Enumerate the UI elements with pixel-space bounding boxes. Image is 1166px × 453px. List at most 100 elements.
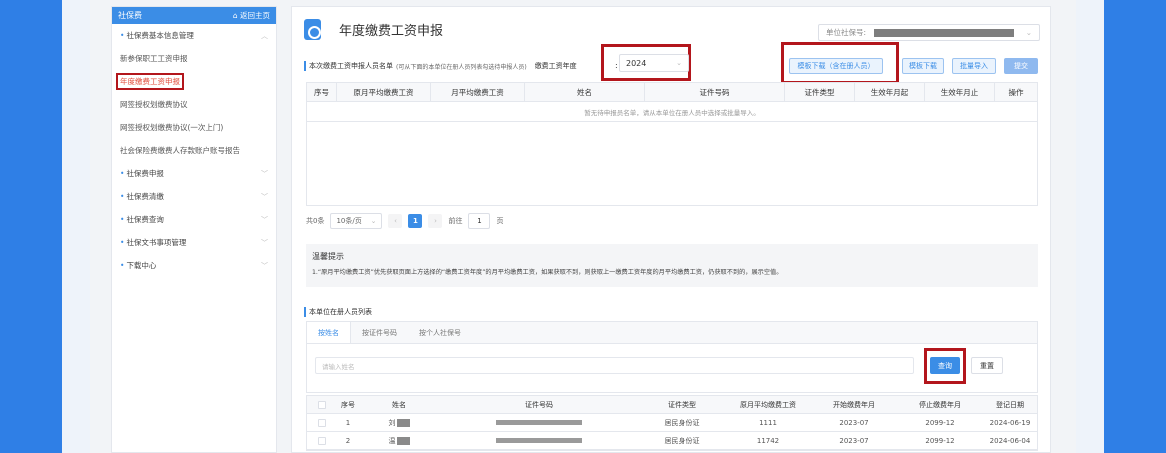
row-name-text: 刘 [388, 418, 396, 427]
sidebar-item-label: 社保费清缴 [126, 192, 164, 201]
table-row[interactable]: 1 刘 居民身份证 1111 2023-07 2099-12 2024-06-1… [307, 414, 1037, 432]
prev-page-button[interactable]: ‹ [388, 214, 403, 228]
year-colon: : [615, 61, 618, 70]
column-header: 操作 [1008, 87, 1024, 97]
column-header: 月平均缴费工资 [431, 83, 525, 101]
row-salary: 11742 [756, 436, 780, 445]
row-id-type: 居民身份证 [664, 418, 700, 427]
row-reg-date: 2024-06-19 [989, 418, 1031, 427]
template-download-registered-button[interactable]: 模板下载（含在册人员） [789, 58, 883, 74]
tips-box: 温馨提示 1.“原月平均缴费工资”优先获取页面上方选择的“缴费工资年度”的月平均… [306, 244, 1038, 287]
column-header: 证件号码 [525, 400, 553, 409]
page-size-select[interactable]: 10条/页 ⌄ [330, 213, 383, 229]
chevron-down-icon: ⌄ [1025, 28, 1032, 37]
template-download-button[interactable]: 模板下载 [902, 58, 944, 74]
select-all-checkbox[interactable] [307, 396, 337, 413]
registered-table: 序号 姓名 证件号码 证件类型 原月平均缴费工资 开始缴费年月 停止缴费年月 登… [306, 395, 1038, 451]
year-select[interactable]: 2024 ⌄ [619, 54, 689, 72]
column-header: 证件类型 [785, 83, 855, 101]
row-checkbox[interactable] [307, 432, 337, 449]
sidebar-header: 社保费 ⌂ 返回主页 [112, 7, 276, 24]
chevron-down-icon: ⌄ [370, 217, 377, 225]
table-row[interactable]: 2 温 居民身份证 11742 2023-07 2099-12 2024-06-… [307, 432, 1037, 450]
sidebar-item-label: 新参保职工工资申报 [120, 54, 188, 63]
page-number-button[interactable]: 1 [408, 214, 423, 228]
tab-by-name[interactable]: 按姓名 [307, 322, 351, 343]
sidebar-item-payment[interactable]: • 社保费清缴 ﹀ [112, 185, 276, 208]
page-header: 年度缴费工资申报 [304, 19, 443, 40]
sidebar-item-e-sign-agreement-onsite[interactable]: 网签授权划缴费协议(一次上门) [112, 116, 276, 139]
sidebar-item-declare[interactable]: • 社保费申报 ﹀ [112, 162, 276, 185]
goto-page-input[interactable]: 1 [468, 213, 491, 229]
declare-table: 序号 原月平均缴费工资 月平均缴费工资 姓名 证件号码 证件类型 生效年月起 生… [306, 82, 1038, 206]
name-redacted [396, 418, 410, 427]
row-stop-date: 2099-12 [925, 436, 955, 445]
declare-table-header: 序号 原月平均缴费工资 月平均缴费工资 姓名 证件号码 证件类型 生效年月起 生… [307, 83, 1037, 102]
declare-list-title: 本次缴费工资申报人员名单 (可从下面的本单位在册人员列表勾选待申报人员) 缴费工… [304, 61, 577, 71]
sidebar-item-download-center[interactable]: • 下载中心 ﹀ [112, 254, 276, 277]
checkbox-icon [318, 400, 326, 409]
registered-list-title: 本单位在册人员列表 [304, 307, 372, 317]
bullet-icon: • [120, 215, 125, 224]
row-name: 刘 [359, 414, 439, 431]
declare-table-empty-text: 暂无待申报员名单，请从本单位在册人员中选择或批量导入。 [307, 102, 1037, 122]
chevron-down-icon: ﹀ [261, 215, 268, 224]
tips-text: 1.“原月平均缴费工资”优先获取页面上方选择的“缴费工资年度”的月平均缴费工资，… [312, 269, 783, 276]
page-unit-label: 页 [496, 217, 504, 225]
bullet-icon: • [120, 169, 125, 178]
sidebar-item-new-employee-salary[interactable]: 新参保职工工资申报 [112, 47, 276, 70]
next-page-button[interactable]: › [428, 214, 443, 228]
sidebar-item-basic-info[interactable]: • 社保费基本信息管理 ︿ [112, 24, 276, 47]
column-header: 序号 [307, 83, 337, 101]
id-number-redacted [496, 420, 582, 425]
sidebar-item-e-sign-agreement[interactable]: 网签授权划缴费协议 [112, 93, 276, 116]
left-blue-band [0, 0, 62, 453]
chevron-down-icon: ﹀ [261, 192, 268, 201]
bullet-icon: • [120, 261, 125, 270]
id-number-redacted [496, 438, 582, 443]
sidebar-item-label: 社会保险费缴费人存款账户账号报告 [120, 146, 240, 155]
row-start-date: 2023-07 [839, 436, 869, 445]
sidebar-item-label: 社保费查询 [126, 215, 164, 224]
tab-by-social-security-number[interactable]: 按个人社保号 [408, 322, 472, 343]
sidebar-item-documents[interactable]: • 社保文书事项管理 ﹀ [112, 231, 276, 254]
row-id-number [439, 432, 639, 449]
reset-button[interactable]: 重置 [971, 357, 1003, 374]
sidebar: 社保费 ⌂ 返回主页 • 社保费基本信息管理 ︿ 新参保职工工资申报 年度缴费工资申… [111, 6, 277, 453]
bullet-icon: • [120, 192, 125, 201]
bullet-icon: • [120, 31, 125, 40]
column-header: 停止缴费年月 [919, 400, 961, 409]
home-link-label: 返回主页 [240, 11, 270, 20]
unit-social-security-select[interactable]: 单位社保号: ⌄ [818, 24, 1040, 41]
row-id-type: 居民身份证 [664, 436, 700, 445]
sidebar-item-account-report[interactable]: 社会保险费缴费人存款账户账号报告 [112, 139, 276, 162]
home-icon: ⌂ [232, 11, 240, 20]
sidebar-item-label: 社保文书事项管理 [126, 238, 187, 247]
goto-label: 前往 [448, 217, 463, 225]
bullet-icon: • [120, 238, 125, 247]
year-label: 缴费工资年度 [534, 62, 577, 70]
chevron-down-icon: ﹀ [261, 238, 268, 247]
sidebar-item-annual-salary[interactable]: 年度缴费工资申报 [112, 70, 276, 93]
home-link[interactable]: ⌂ 返回主页 [233, 10, 270, 21]
row-checkbox[interactable] [307, 414, 337, 431]
pagination-total: 共0条 [306, 217, 325, 225]
batch-import-button[interactable]: 批量导入 [952, 58, 996, 74]
right-blue-band [1104, 0, 1166, 453]
row-start-date: 2023-07 [839, 418, 869, 427]
row-number: 1 [345, 418, 351, 427]
pagination: 共0条 10条/页 ⌄ ‹ 1 › 前往 1 页 [306, 213, 503, 229]
sidebar-item-query[interactable]: • 社保费查询 ﹀ [112, 208, 276, 231]
submit-button[interactable]: 提交 [1004, 58, 1038, 74]
row-reg-date: 2024-06-04 [989, 436, 1031, 445]
tab-by-id-number[interactable]: 按证件号码 [351, 322, 408, 343]
column-header: 登记日期 [996, 400, 1024, 409]
sidebar-item-label: 年度缴费工资申报 [116, 73, 184, 90]
query-button[interactable]: 查询 [930, 357, 960, 374]
column-header: 序号 [341, 400, 355, 409]
column-header: 证件号码 [645, 83, 785, 101]
year-value: 2024 [626, 58, 647, 68]
declare-list-hint: (可从下面的本单位在册人员列表勾选待申报人员) [396, 63, 527, 71]
name-search-input[interactable]: 请输入姓名 [315, 357, 914, 374]
registered-search-panel: 按姓名 按证件号码 按个人社保号 请输入姓名 查询 重置 [306, 321, 1038, 393]
